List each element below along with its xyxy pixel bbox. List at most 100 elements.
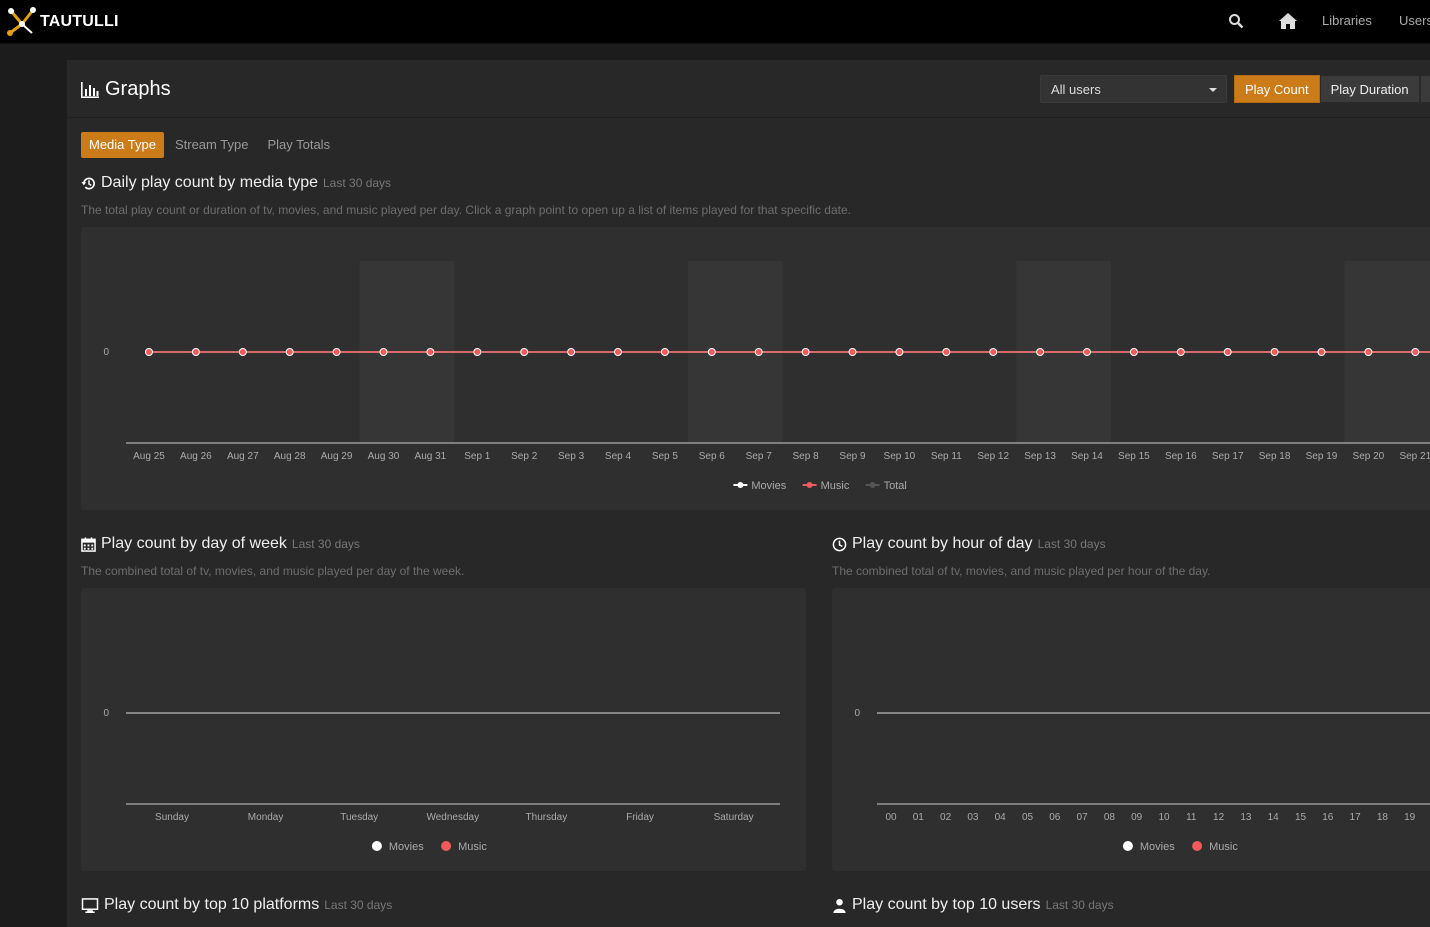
x-tick-label: Aug 28 [274,451,306,462]
x-tick-label: Sep 13 [1024,451,1056,462]
nav-users-link[interactable]: Users [1399,13,1430,28]
daily-chart-title: Daily play count by media type Last 30 d… [81,174,391,192]
music-data-point [285,348,294,356]
x-tick-label: 12 [1213,812,1225,823]
metric-toggle-group: Play Count Play Duration [1234,75,1430,103]
graph-tabs: Media Type Stream Type Play Totals [81,132,341,158]
x-tick-label: 16 [1322,812,1334,823]
x-tick-label: Aug 30 [368,451,400,462]
music-data-point [989,348,998,356]
platforms-chart-title: Play count by top 10 platforms Last 30 d… [81,896,392,914]
page-title: Graphs [81,78,171,101]
tab-media-type[interactable]: Media Type [81,132,164,158]
music-data-point [614,348,622,356]
x-tick-label: Tuesday [340,812,378,823]
tab-play-totals[interactable]: Play Totals [259,132,338,158]
x-tick-label: 05 [1022,812,1034,823]
play-duration-button[interactable]: Play Duration [1319,75,1420,103]
x-tick-label: Sep 5 [652,451,679,462]
clock-icon [832,537,847,551]
music-data-point [1411,348,1420,356]
legend-movies-label: Movies [1140,841,1175,853]
music-data-point [238,348,247,356]
x-tick-label: Aug 31 [415,451,447,462]
x-tick-label: 01 [913,812,925,823]
hour-chart-description: The combined total of tv, movies, and mu… [832,564,1211,578]
panel-header: Graphs All users Play Count Play Duratio… [67,60,1430,118]
x-tick-label: 07 [1077,812,1089,823]
music-data-point [1129,348,1138,356]
x-tick-label: Sep 21 [1399,451,1430,462]
y-tick-label: 0 [103,347,109,358]
x-tick-label: 03 [967,812,979,823]
brand-logo-link[interactable]: TAUTULLI [6,6,119,38]
daily-chart-svg: 0 Aug 25 Aug 26 Aug 27 Aug 28 Aug 29 Aug 30 Aug… [103,261,1430,492]
x-tick-label: Sep 18 [1259,451,1291,462]
x-tick-label: Sep 16 [1165,451,1197,462]
x-tick-label: Sep 8 [793,451,820,462]
x-tick-label: 17 [1350,812,1362,823]
x-tick-label: Sep 14 [1071,451,1103,462]
legend-total-dot [869,482,876,488]
hour-chart[interactable]: 0 00 01 02 03 04 05 06 07 08 09 10 11 12 13 14 15 16 17 18 1… [832,588,1430,871]
home-icon[interactable] [1278,12,1298,30]
x-tick-label: Sep 6 [699,451,726,462]
x-tick-label: Sep 7 [746,451,773,462]
users-chart-range: Last 30 days [1045,898,1114,912]
daily-chart-range: Last 30 days [323,176,392,190]
page-title-text: Graphs [105,78,171,100]
x-tick-label: 18 [1377,812,1389,823]
x-tick-label: Sep 9 [839,451,866,462]
y-tick-label: 0 [103,708,109,719]
play-count-button[interactable]: Play Count [1234,75,1320,103]
x-tick-label: Sep 15 [1118,451,1150,462]
x-tick-label: Sep 4 [605,451,632,462]
music-data-point [1317,348,1326,356]
nav-libraries-link[interactable]: Libraries [1322,13,1372,28]
x-tick-label: Aug 26 [180,451,212,462]
daily-chart-description: The total play count or duration of tv, … [81,203,851,217]
legend-music-marker [1192,841,1203,851]
legend-music-label: Music [458,841,487,853]
music-data-point [1083,348,1091,356]
dow-chart[interactable]: 0 Sunday Monday Tuesday Wednesday Thursday Fri… [81,588,806,871]
tab-stream-type[interactable]: Stream Type [167,132,256,158]
music-data-point [145,348,153,356]
x-tick-label: 10 [1158,812,1170,823]
x-tick-label: 00 [885,812,897,823]
daily-chart[interactable]: 0 Aug 25 Aug 26 Aug 27 Aug 28 Aug 29 Aug 30 Aug… [81,227,1430,510]
x-tick-label: Wednesday [426,812,479,823]
music-data-point [332,348,341,356]
music-data-point [942,348,951,356]
music-data-point [1036,348,1045,356]
x-tick-label: Monday [248,812,284,823]
dow-chart-svg: 0 Sunday Monday Tuesday Wednesday Thursday Fri… [103,708,780,853]
legend-movies-label: Movies [389,841,424,853]
legend-music-label: Music [1209,841,1238,853]
brand-name: TAUTULLI [40,13,119,30]
more-button[interactable] [1419,75,1430,103]
bar-chart-icon [81,81,99,98]
daily-chart-title-text: Daily play count by media type [101,174,318,191]
legend-music-label: Music [821,480,850,492]
graphs-panel: Graphs All users Play Count Play Duratio… [67,60,1430,927]
legend-movies-label: Movies [751,480,786,492]
legend-total-label: Total [884,480,907,492]
x-tick-label: Sunday [155,812,189,823]
platforms-chart-range: Last 30 days [324,898,393,912]
hour-chart-title-text: Play count by hour of day [852,535,1033,552]
x-tick-label: Saturday [714,812,754,823]
music-data-point [473,348,482,356]
music-data-point [801,348,810,356]
dow-chart-title-text: Play count by day of week [101,535,287,552]
x-tick-label: 08 [1104,812,1116,823]
x-tick-label: 14 [1268,812,1280,823]
x-tick-label: Sep 3 [558,451,585,462]
x-tick-label: Aug 27 [227,451,259,462]
legend-music-marker [441,841,452,851]
user-filter-select[interactable]: All users [1040,75,1227,103]
x-tick-label: Sep 2 [511,451,538,462]
search-icon[interactable] [1228,13,1244,29]
tautulli-logo-icon [7,7,36,36]
x-tick-label: Aug 25 [133,451,165,462]
